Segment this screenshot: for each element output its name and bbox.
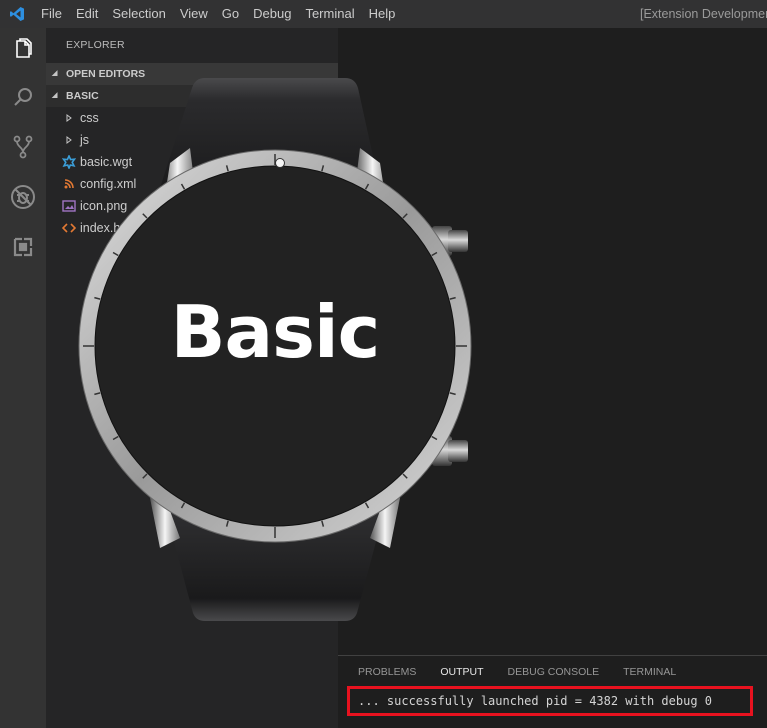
menu-help[interactable]: Help (362, 0, 403, 28)
output-highlight-box: ... successfully launched pid = 4382 wit… (347, 686, 753, 716)
activity-debug[interactable] (0, 174, 46, 224)
activity-search[interactable] (0, 74, 46, 124)
panel-tabs: PROBLEMS OUTPUT DEBUG CONSOLE TERMINAL (358, 666, 700, 678)
explorer-title: EXPLORER (66, 39, 125, 51)
tab-terminal[interactable]: TERMINAL (623, 666, 676, 678)
vscode-logo-icon (0, 0, 34, 28)
menu-selection[interactable]: Selection (105, 0, 172, 28)
menu-go[interactable]: Go (215, 0, 246, 28)
chevron-down-icon: ◢ (52, 92, 58, 99)
menu-view[interactable]: View (173, 0, 215, 28)
search-icon (11, 85, 35, 113)
watch-emulator[interactable]: Basic (70, 78, 480, 626)
debug-icon (9, 183, 37, 215)
activity-source-control[interactable] (0, 124, 46, 174)
extensions-icon (11, 235, 35, 263)
chevron-down-icon: ◢ (52, 70, 58, 77)
menu-edit[interactable]: Edit (69, 0, 105, 28)
menu-terminal[interactable]: Terminal (298, 0, 361, 28)
bottom-panel: PROBLEMS OUTPUT DEBUG CONSOLE TERMINAL .… (338, 655, 767, 728)
tab-problems[interactable]: PROBLEMS (358, 666, 416, 678)
title-bar: File Edit Selection View Go Debug Termin… (0, 0, 767, 28)
files-icon (11, 37, 35, 65)
watch-face-title: Basic (170, 290, 381, 374)
tab-output[interactable]: OUTPUT (440, 666, 483, 678)
source-control-icon (11, 134, 35, 164)
activity-extensions[interactable] (0, 224, 46, 274)
tab-debug-console[interactable]: DEBUG CONSOLE (508, 666, 600, 678)
menu-file[interactable]: File (34, 0, 69, 28)
activity-bar (0, 28, 46, 728)
bezel-marker (275, 158, 285, 168)
output-line: ... successfully launched pid = 4382 wit… (358, 694, 713, 708)
vscode-window: File Edit Selection View Go Debug Termin… (0, 0, 767, 728)
activity-explorer[interactable] (0, 28, 46, 74)
window-title: [Extension Development (640, 7, 767, 21)
menu-debug[interactable]: Debug (246, 0, 298, 28)
